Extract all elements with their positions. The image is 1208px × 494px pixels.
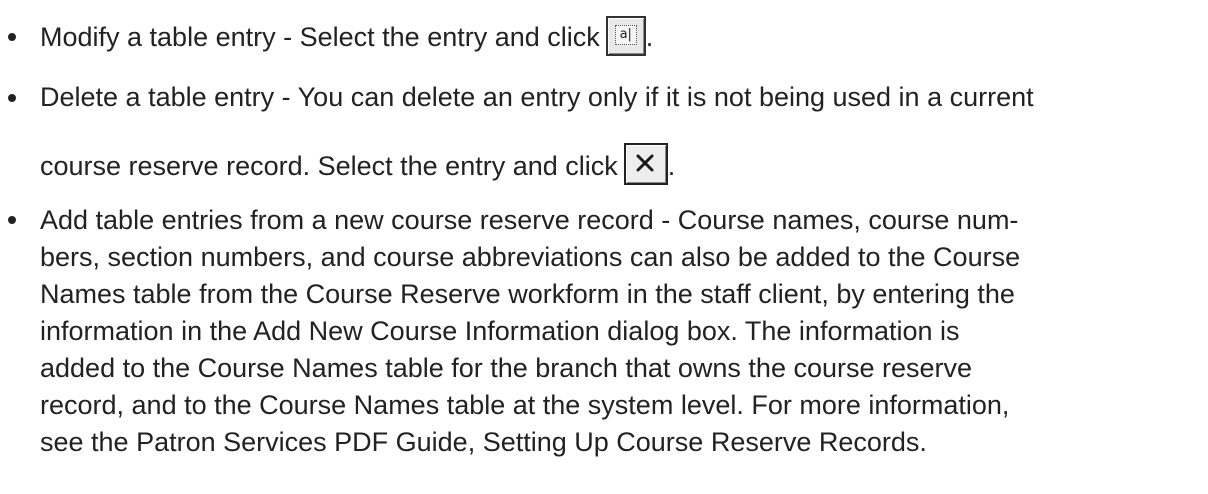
list-item-line: Names table from the Course Reserve work… <box>40 277 1015 311</box>
bullet-dot <box>8 216 16 224</box>
list-item-text: Modify a table entry - Select the entry … <box>40 22 600 52</box>
list-item-text: see the Patron Services PDF Guide, Setti… <box>40 427 927 457</box>
bullet-dot <box>8 94 16 102</box>
list-item-text: added to the Course Names table for the … <box>40 353 973 383</box>
list-item-text: course reserve record. Select the entry … <box>40 151 618 181</box>
list-item-line: Add table entries from a new course rese… <box>40 203 1018 237</box>
list-item-line: record, and to the Course Names table at… <box>40 388 1009 422</box>
trailing-period: . <box>667 151 676 181</box>
list-item-text: bers, section numbers, and course abbrev… <box>40 242 1021 272</box>
modify-entry-glyph: a| <box>614 24 637 45</box>
list-item-line: information in the Add New Course Inform… <box>40 314 960 348</box>
list-item-line: bers, section numbers, and course abbrev… <box>40 240 1020 274</box>
list-item-text: Add table entries from a new course rese… <box>40 205 1019 235</box>
list-item-line: Delete a table entry - You can delete an… <box>40 80 1034 114</box>
close-x-icon <box>636 154 654 172</box>
list-item-text: information in the Add New Course Inform… <box>40 316 960 346</box>
list-item-line: see the Patron Services PDF Guide, Setti… <box>40 425 927 459</box>
list-item-line: course reserve record. Select the entry … <box>40 142 676 185</box>
modify-entry-icon: a| <box>605 15 646 56</box>
list-item-line: added to the Course Names table for the … <box>40 351 972 385</box>
bullet-dot <box>8 33 16 41</box>
list-item-text: record, and to the Course Names table at… <box>40 390 1010 420</box>
delete-entry-icon <box>623 142 668 185</box>
list-item-text: Names table from the Course Reserve work… <box>40 279 1015 309</box>
list-item-text: Delete a table entry - You can delete an… <box>40 82 1034 112</box>
trailing-period: . <box>645 22 654 52</box>
list-item-line: Modify a table entry - Select the entry … <box>40 15 654 56</box>
